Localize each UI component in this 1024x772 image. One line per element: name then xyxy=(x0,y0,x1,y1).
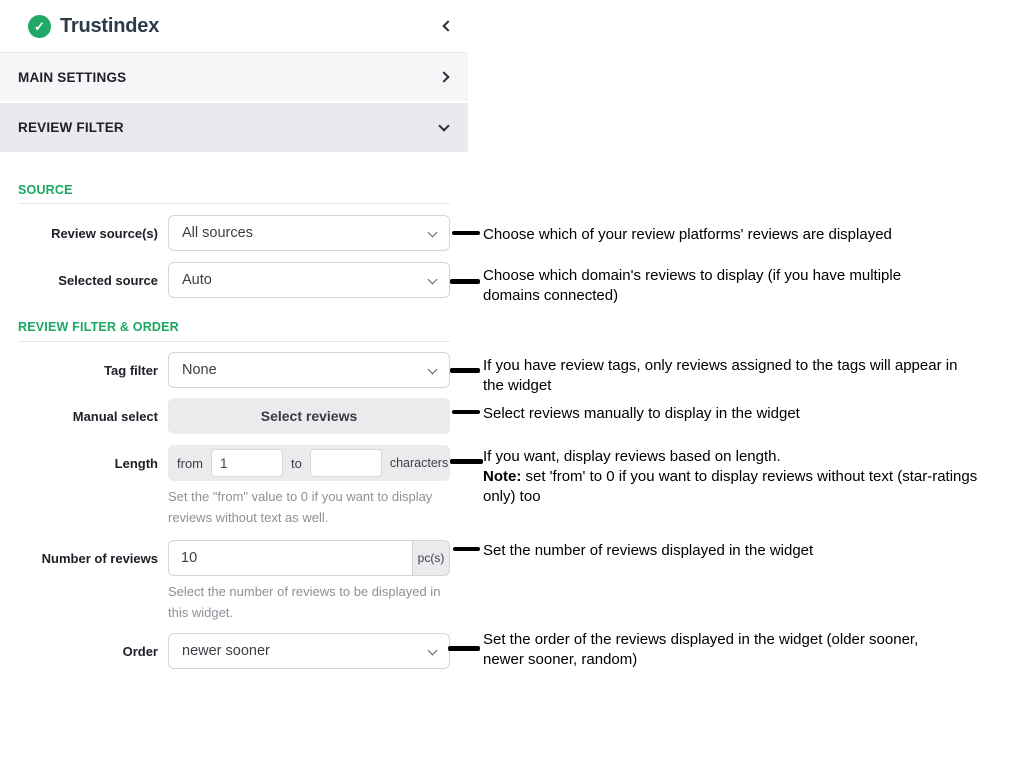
annotation-tag-filter: If you have review tags, only reviews as… xyxy=(483,356,963,396)
label-number-of-reviews: Number of reviews xyxy=(0,551,158,566)
length-input-group: from to characters xyxy=(168,445,450,481)
annotation-connector-line xyxy=(452,410,480,414)
chevron-right-icon xyxy=(438,71,449,82)
note-label: Note: xyxy=(483,468,521,485)
annotation-length: If you want, display reviews based on le… xyxy=(483,447,983,507)
annotation-connector-line xyxy=(450,459,483,464)
trustindex-settings-page: ✓ Trustindex MAIN SETTINGS REVIEW FILTER… xyxy=(0,0,1024,772)
annotation-selected-source: Choose which domain's reviews to display… xyxy=(483,266,923,306)
chevron-down-icon xyxy=(428,228,438,238)
number-of-reviews-group: pc(s) xyxy=(168,540,450,576)
annotation-connector-line xyxy=(450,279,480,284)
accordion-label: REVIEW FILTER xyxy=(18,120,124,135)
chevron-left-icon xyxy=(442,20,453,31)
select-value: newer sooner xyxy=(182,643,270,659)
panel-header: ✓ Trustindex xyxy=(0,0,468,52)
accordion-label: MAIN SETTINGS xyxy=(18,70,126,85)
accordion-review-filter[interactable]: REVIEW FILTER xyxy=(0,103,468,152)
annotation-number-of-reviews: Set the number of reviews displayed in t… xyxy=(483,541,1023,561)
label-review-sources: Review source(s) xyxy=(0,226,158,241)
review-sources-select[interactable]: All sources xyxy=(168,215,450,251)
section-heading-source: SOURCE xyxy=(18,183,73,197)
label-tag-filter: Tag filter xyxy=(0,363,158,378)
label-manual-select: Manual select xyxy=(0,409,158,424)
annotation-connector-line xyxy=(453,547,480,551)
select-reviews-button[interactable]: Select reviews xyxy=(168,398,450,434)
length-to-label: to xyxy=(291,456,302,471)
length-from-label: from xyxy=(177,456,203,471)
label-selected-source: Selected source xyxy=(0,273,158,288)
select-value: All sources xyxy=(182,225,253,241)
trustindex-logo: ✓ Trustindex xyxy=(28,15,159,38)
accordion-main-settings[interactable]: MAIN SETTINGS xyxy=(0,52,468,101)
annotation-length-line1: If you want, display reviews based on le… xyxy=(483,447,983,467)
annotation-review-sources: Choose which of your review platforms' r… xyxy=(483,225,1023,245)
annotation-connector-line xyxy=(448,646,480,651)
check-badge-icon: ✓ xyxy=(28,15,51,38)
chevron-down-icon xyxy=(428,275,438,285)
annotation-length-note: Note: set 'from' to 0 if you want to dis… xyxy=(483,467,983,507)
annotation-connector-line xyxy=(450,368,480,373)
label-length: Length xyxy=(0,456,158,471)
select-value: None xyxy=(182,362,217,378)
divider xyxy=(18,203,450,204)
annotation-connector-line xyxy=(452,231,480,235)
tag-filter-select[interactable]: None xyxy=(168,352,450,388)
length-help-text: Set the "from" value to 0 if you want to… xyxy=(168,486,456,528)
chevron-down-icon xyxy=(428,646,438,656)
divider xyxy=(18,341,450,342)
number-help-text: Select the number of reviews to be displ… xyxy=(168,581,456,623)
length-unit-label: characters xyxy=(390,456,448,470)
annotation-order: Set the order of the reviews displayed i… xyxy=(483,630,943,670)
section-heading-filter-order: REVIEW FILTER & ORDER xyxy=(18,320,179,334)
length-from-input[interactable] xyxy=(211,449,283,477)
select-value: Auto xyxy=(182,272,212,288)
length-to-input[interactable] xyxy=(310,449,382,477)
number-of-reviews-input[interactable] xyxy=(168,540,412,576)
number-unit-label: pc(s) xyxy=(412,540,450,576)
chevron-down-icon xyxy=(428,365,438,375)
collapse-panel-button[interactable] xyxy=(444,17,452,35)
brand-name: Trustindex xyxy=(60,15,159,38)
order-select[interactable]: newer sooner xyxy=(168,633,450,669)
annotation-manual-select: Select reviews manually to display in th… xyxy=(483,404,1003,424)
label-order: Order xyxy=(0,644,158,659)
note-text: set 'from' to 0 if you want to display r… xyxy=(483,468,977,505)
settings-panel: ✓ Trustindex MAIN SETTINGS REVIEW FILTER xyxy=(0,0,468,152)
chevron-down-icon xyxy=(438,120,449,131)
selected-source-select[interactable]: Auto xyxy=(168,262,450,298)
